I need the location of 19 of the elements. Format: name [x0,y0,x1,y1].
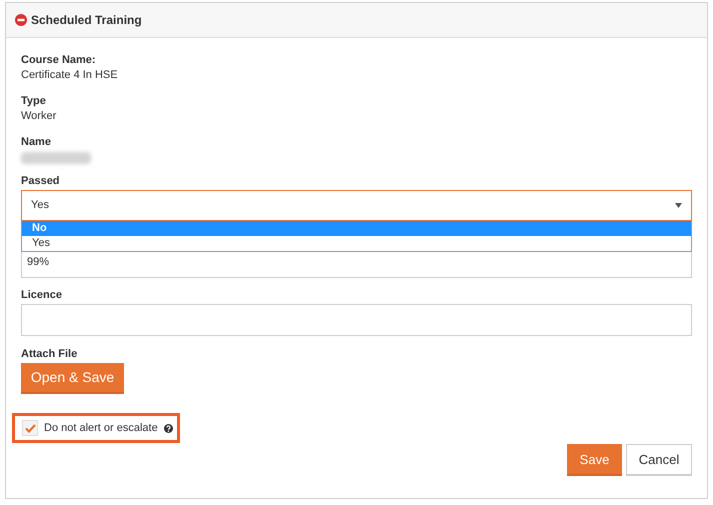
help-icon[interactable] [164,424,173,432]
field-label: Course Name: [21,53,97,68]
field-value: Certificate 4 In HSE [21,68,119,83]
field-value: Worker [21,109,58,124]
panel-title: Scheduled Training [31,12,142,29]
minus-circle-icon[interactable] [15,14,27,26]
licence-field[interactable] [21,304,692,336]
checkbox[interactable] [22,420,38,436]
checkmark-icon [24,424,36,432]
field-label: Passed [21,174,61,189]
field-label: Attach File [21,347,78,362]
passed-select[interactable]: Yes [21,190,692,221]
checkbox-label: Do not alert or escalate [44,420,158,436]
field-label: Type [21,94,47,109]
field-label: Name [21,135,52,150]
caret-icon [675,203,682,208]
alert-option[interactable]: Do not alert or escalate [12,413,180,443]
cancel-button[interactable]: Cancel [626,444,692,476]
field-label: Licence [21,288,63,303]
